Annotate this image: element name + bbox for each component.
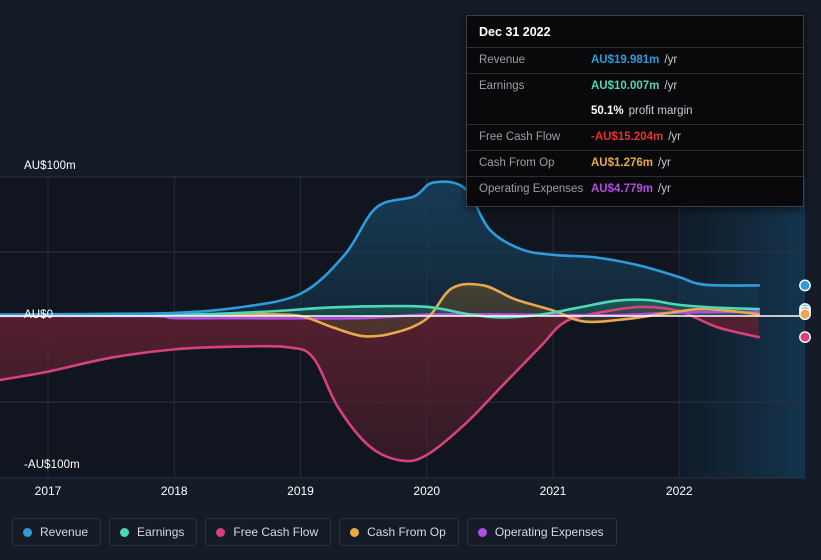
- legend-item-label: Free Cash Flow: [233, 525, 319, 539]
- tooltip-row: Earnings AU$10.007m/yr: [467, 73, 803, 99]
- legend-item-operating-expenses[interactable]: Operating Expenses: [466, 518, 617, 546]
- x-axis-tick-2021: 2021: [539, 484, 567, 498]
- tooltip-row-value: AU$4.779m: [591, 183, 654, 195]
- y-axis-label-bottom: -AU$100m: [24, 459, 80, 471]
- tooltip-row-unit: /yr: [664, 80, 678, 92]
- legend-item-free-cash-flow[interactable]: Free Cash Flow: [205, 518, 332, 546]
- tooltip-row-value: AU$1.276m: [591, 157, 654, 169]
- x-axis-tick-2020: 2020: [413, 484, 441, 498]
- tooltip-row-label: Earnings: [479, 80, 525, 92]
- tooltip-row-value: -AU$15.204m: [591, 131, 664, 143]
- legend-item-cash-from-op[interactable]: Cash From Op: [339, 518, 459, 546]
- data-tooltip: Dec 31 2022 Revenue AU$19.981m/yr Earnings…: [466, 15, 804, 207]
- y-axis-label-zero: AU$0: [24, 309, 54, 321]
- tooltip-row: Revenue AU$19.981m/yr: [467, 47, 803, 73]
- legend-item-earnings[interactable]: Earnings: [109, 518, 198, 546]
- legend-color-dot-icon: [216, 527, 226, 537]
- legend-item-label: Earnings: [137, 525, 185, 539]
- legend-color-dot-icon: [23, 527, 32, 537]
- x-axis-tick-2017: 2017: [34, 484, 62, 498]
- x-axis-tick-2022: 2022: [665, 484, 693, 498]
- chart-legend[interactable]: Revenue Earnings Free Cash Flow Cash From O…: [12, 518, 617, 546]
- tooltip-row-label: Operating Expenses: [479, 183, 584, 195]
- tooltip-row: Cash From Op AU$1.276m/yr: [467, 150, 803, 176]
- tooltip-row: Operating Expenses AU$4.779m/yr: [467, 176, 803, 202]
- tooltip-date: Dec 31 2022: [479, 25, 551, 39]
- tooltip-row-value: AU$19.981m: [591, 54, 660, 66]
- tooltip-row: 50.1% profit margin: [467, 99, 803, 124]
- tooltip-row: Free Cash Flow -AU$15.204m/yr: [467, 124, 803, 150]
- legend-color-dot-icon: [120, 527, 130, 537]
- legend-item-label: Cash From Op: [367, 525, 446, 539]
- tooltip-row-label: Cash From Op: [479, 157, 555, 169]
- tooltip-row-unit: /yr: [668, 131, 682, 143]
- tooltip-row-unit: /yr: [658, 183, 671, 195]
- tooltip-row-label: Free Cash Flow: [479, 131, 561, 143]
- x-axis-tick-2018: 2018: [160, 484, 188, 498]
- legend-item-label: Operating Expenses: [494, 525, 604, 539]
- legend-color-dot-icon: [350, 527, 360, 537]
- tooltip-rows: Revenue AU$19.981m/yr Earnings AU$10.007m/y…: [467, 47, 803, 202]
- legend-item-revenue[interactable]: Revenue: [12, 518, 102, 546]
- legend-item-label: Revenue: [40, 525, 89, 539]
- financial-area-chart: AU$100m AU$0 -AU$100m 2017 2018 2019 2020 20…: [0, 0, 821, 560]
- tooltip-row-value: AU$10.007m: [591, 80, 660, 92]
- tooltip-row-unit: profit margin: [628, 105, 693, 117]
- tooltip-row-label: Revenue: [479, 54, 526, 66]
- tooltip-row-unit: /yr: [658, 157, 671, 169]
- y-axis-label-top: AU$100m: [24, 160, 76, 172]
- tooltip-row-value: 50.1%: [591, 105, 624, 117]
- legend-color-dot-icon: [477, 527, 487, 537]
- tooltip-row-unit: /yr: [664, 54, 678, 66]
- x-axis-tick-2019: 2019: [287, 484, 314, 498]
